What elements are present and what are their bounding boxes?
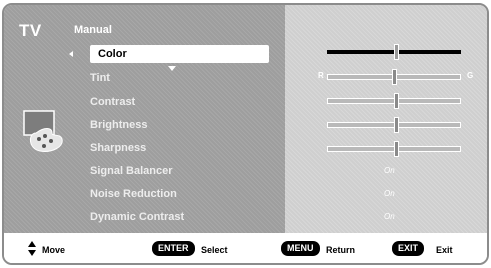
menu-item-signal-balancer[interactable]: Signal Balancer [90, 162, 173, 180]
signal-balancer-value[interactable]: On [384, 166, 395, 175]
dynamic-contrast-value[interactable]: On [384, 212, 395, 221]
move-hint: Move [42, 245, 66, 255]
brightness-slider[interactable] [327, 117, 461, 133]
slider-thumb[interactable] [394, 93, 399, 109]
menu-item-dynamic-contrast[interactable]: Dynamic Contrast [90, 208, 184, 226]
enter-key[interactable]: ENTER [152, 241, 195, 256]
menu-item-color[interactable]: Color [90, 45, 269, 63]
slider-thumb[interactable] [394, 117, 399, 133]
noise-reduction-value[interactable]: On [384, 189, 395, 198]
menu-item-tint[interactable]: Tint [90, 69, 110, 87]
slider-thumb[interactable] [394, 141, 399, 157]
palette-icon [23, 110, 63, 152]
left-arrow-icon [69, 51, 73, 57]
down-arrow-icon [168, 66, 176, 71]
menu-key[interactable]: MENU [281, 241, 320, 256]
tv-label: TV [19, 21, 42, 40]
menu-item-contrast[interactable]: Contrast [90, 93, 135, 111]
exit-key[interactable]: EXIT [392, 241, 425, 256]
contrast-slider[interactable] [327, 93, 461, 109]
exit-hint: Exit [436, 245, 453, 255]
menu-item-noise-reduction[interactable]: Noise Reduction [90, 185, 177, 203]
slider-thumb[interactable] [392, 69, 397, 85]
tint-left-label: R [318, 71, 324, 80]
footer-bar: Move ENTER Select MENU Return EXIT Exit [4, 233, 487, 263]
tint-right-label: G [467, 71, 474, 80]
sharpness-slider[interactable] [327, 141, 461, 157]
menu-item-sharpness[interactable]: Sharpness [90, 139, 146, 157]
slider-thumb[interactable] [394, 44, 399, 60]
values-panel [285, 5, 487, 233]
return-hint: Return [326, 245, 355, 255]
up-down-arrow-icon [28, 241, 36, 257]
menu-title: Manual [74, 24, 112, 36]
color-slider[interactable] [327, 44, 461, 60]
menu-item-brightness[interactable]: Brightness [90, 116, 147, 134]
menu-panel: TV Manual Color Tint Contrast Brightness… [4, 5, 285, 233]
select-hint: Select [201, 245, 228, 255]
tint-slider[interactable] [327, 69, 461, 85]
tv-menu-frame: TV Manual Color Tint Contrast Brightness… [2, 3, 489, 265]
